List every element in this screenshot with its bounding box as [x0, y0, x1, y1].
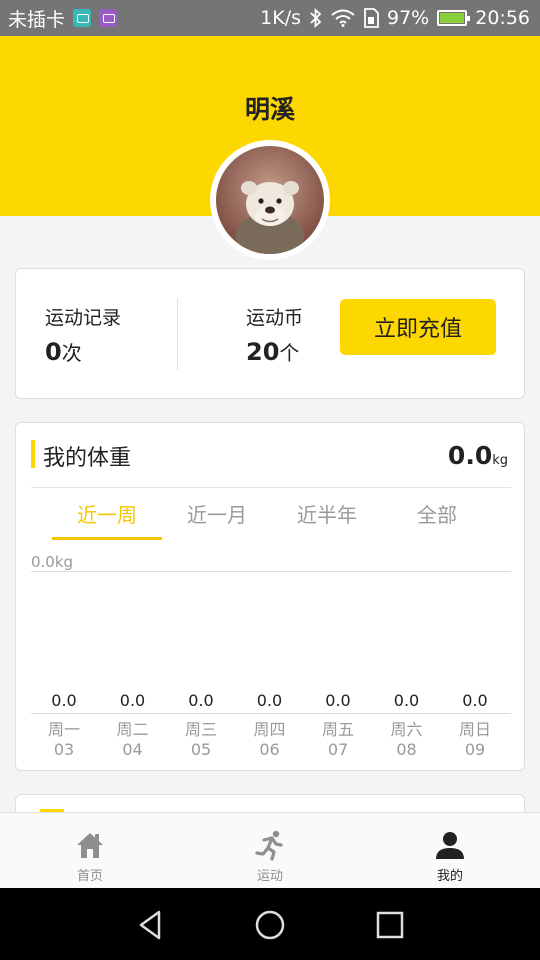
weekday-label: 周三 — [184, 720, 217, 739]
avatar-dog-image — [216, 146, 324, 254]
chart-point-value: 0.0 — [119, 691, 146, 710]
chart-day-label: 周一 03 — [34, 720, 94, 760]
chart-day-label: 周日 09 — [445, 720, 505, 760]
chart-day-label: 周二 04 — [103, 720, 163, 760]
sim-icon — [364, 8, 379, 28]
avatar[interactable] — [210, 140, 330, 260]
stats-divider — [177, 298, 178, 370]
weight-unit: kg — [492, 453, 508, 468]
coins-count: 20 — [246, 338, 280, 366]
date-label: 09 — [464, 740, 486, 759]
net-speed-text: 1K/s — [260, 7, 301, 29]
section-marker — [31, 440, 35, 468]
status-bar: 未插卡 1K/s 97% 20:56 — [0, 0, 540, 36]
weekday-label: 周日 — [458, 720, 491, 739]
nav-home-label: 首页 — [76, 869, 103, 884]
recents-icon[interactable] — [373, 908, 407, 942]
nav-mine[interactable]: 我的 — [360, 813, 540, 889]
chart-point-value: 0.0 — [393, 691, 420, 710]
chart-point-value: 0.0 — [462, 691, 488, 710]
stats-card: 运动记录 0次 运动币 20个 立即充值 — [15, 268, 525, 399]
running-icon — [255, 830, 283, 861]
weekday-label: 周五 — [321, 720, 354, 739]
nav-sport[interactable]: 运动 — [180, 813, 360, 889]
date-label: 03 — [53, 740, 75, 759]
chart-point-value: 0.0 — [325, 691, 351, 710]
record-value: 0次 — [45, 337, 82, 366]
nav-mine-label: 我的 — [436, 869, 463, 884]
carrier-text: 未插卡 — [8, 8, 66, 31]
bottom-nav: 首页 运动 我的 — [0, 812, 540, 888]
weight-card: 我的体重 0.0kg 近一周 近一月 近半年 全部 0.0kg 0.0 周一 03 0… — [15, 422, 525, 771]
record-count: 0 — [45, 338, 62, 366]
battery-level-fill — [440, 13, 464, 23]
record-unit: 次 — [61, 341, 82, 365]
profile-name: 明溪 — [244, 95, 295, 124]
home-circle-icon[interactable] — [253, 908, 287, 942]
coins-label: 运动币 — [246, 307, 304, 329]
date-label: 05 — [190, 740, 212, 759]
coins-unit: 个 — [279, 341, 300, 365]
bluetooth-icon — [310, 8, 322, 28]
weekday-label: 周二 — [116, 720, 149, 739]
clock-text: 20:56 — [475, 7, 530, 29]
date-label: 04 — [122, 740, 143, 759]
weekday-label: 周一 — [47, 720, 80, 739]
chart-point-value: 0.0 — [188, 691, 214, 710]
tab-all[interactable]: 全部 — [382, 487, 492, 539]
system-nav-bar — [0, 888, 540, 960]
battery-percent-text: 97% — [387, 7, 430, 29]
home-icon — [77, 833, 103, 858]
wifi-icon — [331, 9, 355, 27]
recharge-button[interactable]: 立即充值 — [340, 299, 496, 355]
period-tabs: 近一周 近一月 近半年 全部 — [52, 487, 492, 541]
chart-day-label: 周四 06 — [240, 720, 300, 760]
weekday-label: 周四 — [253, 720, 286, 739]
nav-sport-label: 运动 — [256, 869, 283, 884]
chart-y-label: 0.0kg — [31, 553, 74, 571]
weight-number: 0.0 — [447, 441, 493, 470]
battery-icon — [437, 10, 471, 26]
notification-app-icon — [73, 9, 92, 27]
date-label: 08 — [396, 740, 417, 759]
chart-day-label: 周六 08 — [377, 720, 437, 760]
tab-half-year[interactable]: 近半年 — [272, 487, 382, 539]
chart-x-axis — [31, 713, 511, 714]
date-label: 07 — [327, 740, 349, 759]
back-icon[interactable] — [134, 908, 168, 942]
date-label: 06 — [259, 740, 280, 759]
chart-gridline — [31, 571, 511, 572]
chart-point-value: 0.0 — [256, 691, 283, 710]
coins-value: 20个 — [246, 337, 299, 366]
active-tab-indicator — [52, 537, 162, 540]
chart-day-label: 周三 05 — [171, 720, 231, 760]
tab-week[interactable]: 近一周 — [52, 487, 162, 539]
tab-month[interactable]: 近一月 — [162, 487, 272, 539]
chart-day-label: 周五 07 — [308, 720, 368, 760]
weight-value: 0.0kg — [448, 441, 508, 470]
nav-home[interactable]: 首页 — [0, 813, 180, 889]
chart-point-value: 0.0 — [51, 691, 77, 710]
notification-image-icon — [99, 9, 118, 27]
person-icon — [436, 832, 464, 859]
record-label: 运动记录 — [45, 307, 122, 329]
weekday-label: 周六 — [390, 720, 423, 739]
weight-title: 我的体重 — [43, 446, 132, 471]
